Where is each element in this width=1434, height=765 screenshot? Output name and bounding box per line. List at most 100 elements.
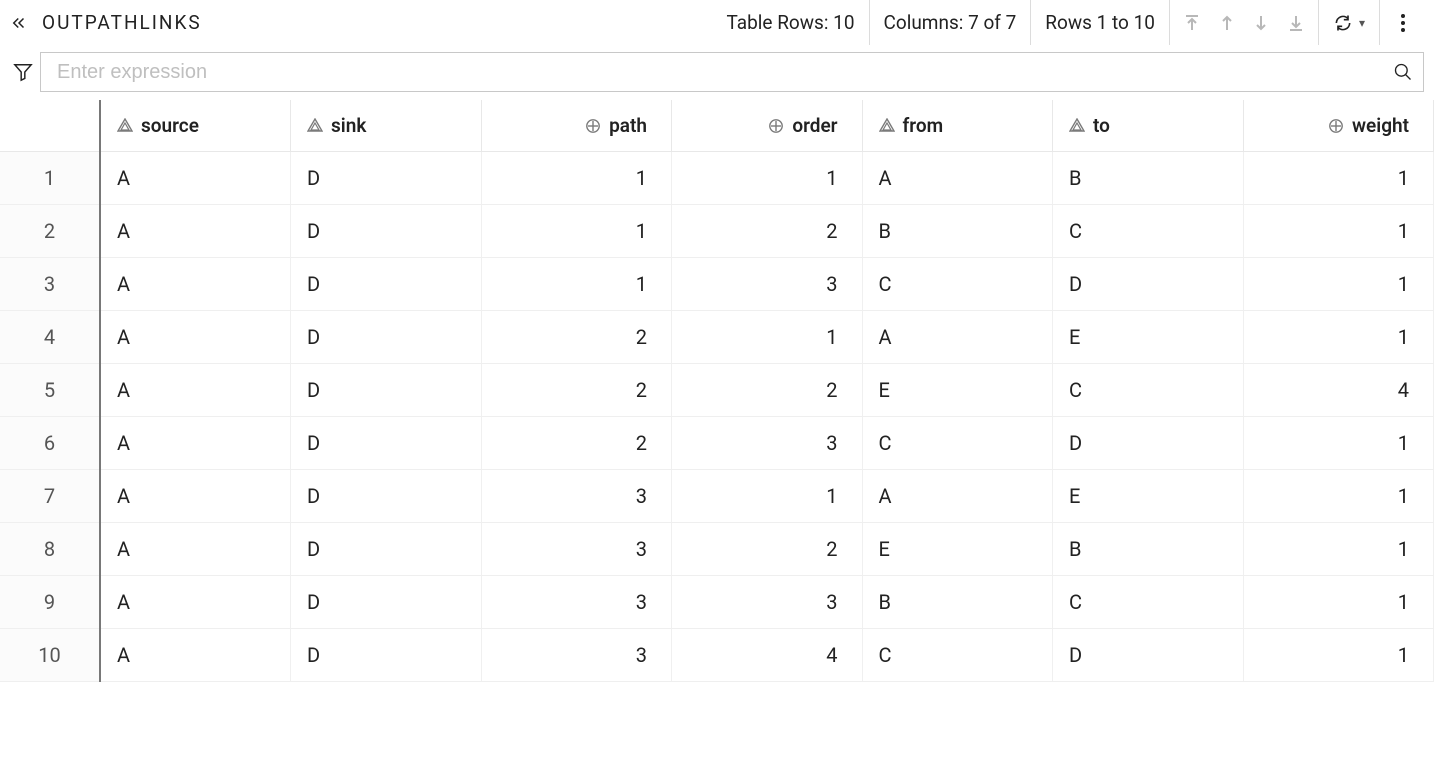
expression-field-wrap bbox=[40, 52, 1424, 92]
go-last-button[interactable] bbox=[1288, 14, 1304, 32]
column-header-to[interactable]: to bbox=[1053, 100, 1244, 152]
refresh-button[interactable]: ▾ bbox=[1333, 13, 1365, 33]
cell-order: 3 bbox=[672, 576, 863, 629]
go-first-button[interactable] bbox=[1184, 14, 1200, 32]
cell-path: 2 bbox=[481, 364, 672, 417]
rows-count: Table Rows: 10 bbox=[727, 11, 855, 34]
table-row[interactable]: 8AD32EB1 bbox=[0, 523, 1434, 576]
filter-bar bbox=[0, 46, 1434, 100]
column-header-path[interactable]: path bbox=[481, 100, 672, 152]
cell-order: 2 bbox=[672, 364, 863, 417]
cell-to: E bbox=[1053, 311, 1244, 364]
table-row[interactable]: 1AD11AB1 bbox=[0, 152, 1434, 205]
cell-path: 2 bbox=[481, 417, 672, 470]
cell-sink: D bbox=[291, 205, 482, 258]
cell-source: A bbox=[100, 364, 291, 417]
row-number: 3 bbox=[0, 258, 100, 311]
cell-from: E bbox=[862, 523, 1053, 576]
cell-to: B bbox=[1053, 152, 1244, 205]
cell-from: A bbox=[862, 152, 1053, 205]
cell-weight: 1 bbox=[1243, 576, 1434, 629]
cell-to: B bbox=[1053, 523, 1244, 576]
cell-path: 3 bbox=[481, 470, 672, 523]
cell-path: 1 bbox=[481, 152, 672, 205]
table-row[interactable]: 3AD13CD1 bbox=[0, 258, 1434, 311]
cell-to: D bbox=[1053, 417, 1244, 470]
row-number: 9 bbox=[0, 576, 100, 629]
cell-order: 3 bbox=[672, 417, 863, 470]
numeric-type-icon bbox=[1328, 118, 1344, 134]
cell-to: C bbox=[1053, 576, 1244, 629]
rows-range: Rows 1 to 10 bbox=[1045, 11, 1155, 34]
cell-path: 3 bbox=[481, 629, 672, 682]
cell-weight: 1 bbox=[1243, 523, 1434, 576]
column-label: source bbox=[141, 114, 199, 137]
cell-to: D bbox=[1053, 258, 1244, 311]
column-header-source[interactable]: source bbox=[100, 100, 291, 152]
table-row[interactable]: 5AD22EC4 bbox=[0, 364, 1434, 417]
cell-path: 1 bbox=[481, 205, 672, 258]
table-row[interactable]: 4AD21AE1 bbox=[0, 311, 1434, 364]
cell-source: A bbox=[100, 523, 291, 576]
go-prev-button[interactable] bbox=[1220, 14, 1234, 32]
column-label: sink bbox=[331, 114, 366, 137]
cell-sink: D bbox=[291, 311, 482, 364]
more-options-button[interactable] bbox=[1394, 13, 1412, 33]
table-row[interactable]: 9AD33BC1 bbox=[0, 576, 1434, 629]
cell-weight: 1 bbox=[1243, 152, 1434, 205]
cell-order: 1 bbox=[672, 152, 863, 205]
cell-sink: D bbox=[291, 576, 482, 629]
search-icon bbox=[1393, 62, 1413, 82]
row-number: 6 bbox=[0, 417, 100, 470]
back-button[interactable] bbox=[8, 14, 30, 32]
text-type-icon bbox=[117, 118, 133, 134]
row-number: 4 bbox=[0, 311, 100, 364]
column-label: path bbox=[609, 114, 647, 137]
cell-from: B bbox=[862, 576, 1053, 629]
cell-source: A bbox=[100, 576, 291, 629]
column-header-weight[interactable]: weight bbox=[1243, 100, 1434, 152]
dataset-title: OUTPATHLINKS bbox=[40, 11, 202, 34]
cell-sink: D bbox=[291, 417, 482, 470]
cell-weight: 1 bbox=[1243, 205, 1434, 258]
arrow-down-icon bbox=[1254, 14, 1268, 32]
column-header-from[interactable]: from bbox=[862, 100, 1053, 152]
cell-from: A bbox=[862, 311, 1053, 364]
cell-sink: D bbox=[291, 364, 482, 417]
cell-weight: 1 bbox=[1243, 629, 1434, 682]
cell-path: 1 bbox=[481, 258, 672, 311]
row-number: 1 bbox=[0, 152, 100, 205]
cell-to: C bbox=[1053, 205, 1244, 258]
table-row[interactable]: 6AD23CD1 bbox=[0, 417, 1434, 470]
cell-sink: D bbox=[291, 470, 482, 523]
row-number: 8 bbox=[0, 523, 100, 576]
cell-weight: 1 bbox=[1243, 258, 1434, 311]
cell-sink: D bbox=[291, 629, 482, 682]
cell-path: 3 bbox=[481, 576, 672, 629]
cell-source: A bbox=[100, 470, 291, 523]
column-header-sink[interactable]: sink bbox=[291, 100, 482, 152]
cell-to: C bbox=[1053, 364, 1244, 417]
cell-source: A bbox=[100, 417, 291, 470]
cell-order: 2 bbox=[672, 523, 863, 576]
search-button[interactable] bbox=[1393, 62, 1413, 82]
cell-from: E bbox=[862, 364, 1053, 417]
cell-sink: D bbox=[291, 258, 482, 311]
cell-order: 1 bbox=[672, 470, 863, 523]
expression-input[interactable] bbox=[55, 60, 1393, 85]
column-header-order[interactable]: order bbox=[672, 100, 863, 152]
numeric-type-icon bbox=[585, 118, 601, 134]
filter-button[interactable] bbox=[6, 62, 40, 82]
column-label: weight bbox=[1352, 114, 1409, 137]
table-row[interactable]: 7AD31AE1 bbox=[0, 470, 1434, 523]
column-label: order bbox=[792, 114, 837, 137]
column-label: from bbox=[903, 114, 944, 137]
table-row[interactable]: 10AD34CD1 bbox=[0, 629, 1434, 682]
cell-order: 1 bbox=[672, 311, 863, 364]
go-next-button[interactable] bbox=[1254, 14, 1268, 32]
table-row[interactable]: 2AD12BC1 bbox=[0, 205, 1434, 258]
table-header-row: source sink path order from to weight bbox=[0, 100, 1434, 152]
cell-order: 3 bbox=[672, 258, 863, 311]
funnel-icon bbox=[12, 62, 34, 82]
column-label: to bbox=[1093, 114, 1110, 137]
